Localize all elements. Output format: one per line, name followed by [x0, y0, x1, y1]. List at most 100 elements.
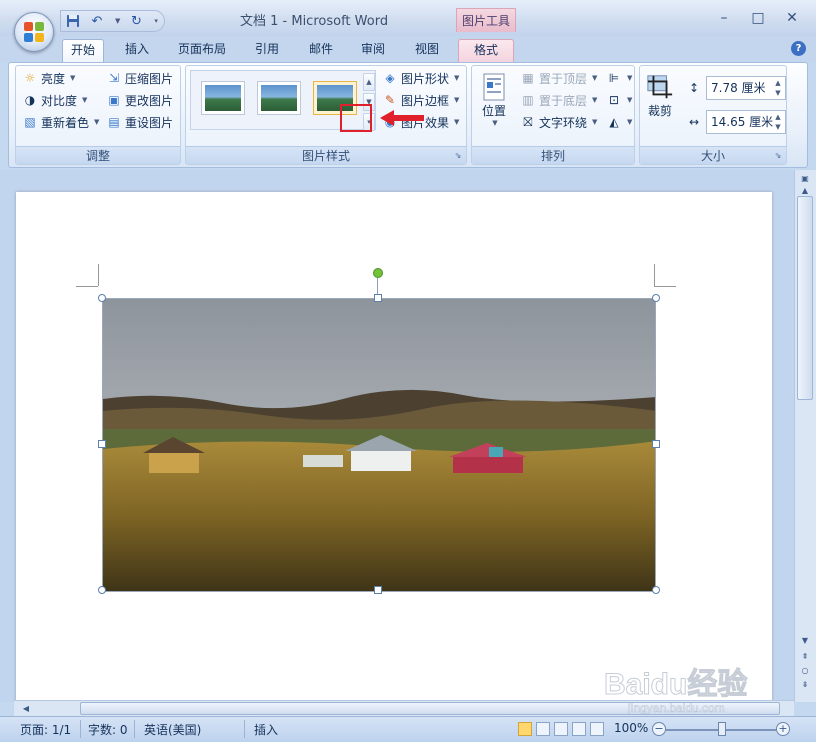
dialog-launcher-icon[interactable]: ⇘	[453, 151, 463, 161]
align-button[interactable]: ⊫ ▼	[606, 68, 633, 88]
landscape-photo	[103, 299, 655, 591]
group-button[interactable]: ⊡ ▼	[606, 90, 632, 110]
vertical-scroll-thumb[interactable]	[797, 196, 813, 400]
text-wrapping-label: 文字环绕	[539, 115, 588, 130]
resize-handle-top[interactable]	[374, 294, 382, 302]
tab-format[interactable]: 格式	[458, 39, 514, 62]
width-field[interactable]: 14.65 厘米 ▲ ▼	[706, 110, 786, 134]
width-value: 14.65 厘米	[711, 115, 774, 129]
status-language[interactable]: 英语(美国)	[144, 721, 201, 738]
save-icon[interactable]	[65, 13, 81, 29]
height-value: 7.78 厘米	[711, 81, 766, 95]
chevron-down-icon: ▼	[70, 74, 76, 82]
tab-mailings[interactable]: 邮件	[300, 39, 342, 62]
resize-handle-bottom[interactable]	[374, 586, 382, 594]
rotate-handle[interactable]	[373, 268, 383, 278]
rotate-button[interactable]: ◭ ▼	[606, 112, 632, 132]
picture-style-thumb[interactable]	[201, 81, 245, 115]
zoom-slider-thumb[interactable]	[718, 722, 726, 736]
watermark-text: Baidu经验	[604, 667, 747, 701]
vertical-scrollbar[interactable]: ▣ ▲ ▼ ⇞ ○ ⇟	[794, 170, 816, 702]
picture-style-thumb[interactable]	[257, 81, 301, 115]
compress-pictures-button[interactable]: ⇲ 压缩图片	[106, 68, 173, 88]
text-wrapping-button[interactable]: ⛝ 文字环绕 ▼	[520, 112, 597, 132]
zoom-level[interactable]: 100%	[614, 721, 648, 735]
crop-label: 裁剪	[647, 104, 672, 118]
previous-page-icon[interactable]: ⇞	[797, 650, 813, 664]
picture-border-button[interactable]: ✎ 图片边框 ▼	[382, 90, 459, 110]
crop-mark	[98, 264, 99, 286]
resize-handle-bottom-left[interactable]	[98, 586, 106, 594]
status-word-count[interactable]: 字数: 0	[88, 721, 128, 738]
office-button[interactable]	[14, 12, 54, 52]
reset-picture-button[interactable]: ▤ 重设图片	[106, 112, 173, 132]
brightness-icon: ☼	[24, 71, 36, 85]
chevron-down-icon: ▼	[454, 96, 460, 104]
contrast-button[interactable]: ◑ 对比度 ▼	[22, 90, 88, 110]
brightness-button[interactable]: ☼ 亮度 ▼	[22, 68, 76, 88]
next-page-icon[interactable]: ⇟	[797, 678, 813, 692]
close-button[interactable]: ✕	[780, 8, 804, 28]
dialog-launcher-icon[interactable]: ⇘	[773, 151, 783, 161]
gallery-up-icon[interactable]: ▲	[363, 73, 375, 91]
resize-handle-left[interactable]	[98, 440, 106, 448]
web-layout-view-icon[interactable]	[554, 722, 568, 736]
resize-handle-bottom-right[interactable]	[652, 586, 660, 594]
chevron-down-icon: ▼	[592, 74, 598, 82]
print-layout-view-icon[interactable]	[518, 722, 532, 736]
recolor-button[interactable]: ▧ 重新着色 ▼	[22, 112, 99, 132]
tab-page-layout[interactable]: 页面布局	[170, 39, 234, 62]
zoom-in-icon[interactable]: +	[776, 722, 790, 736]
watermark-url: jingyan.baidu.com	[627, 701, 725, 715]
undo-dropdown-icon[interactable]: ▼	[115, 17, 120, 25]
status-page[interactable]: 页面: 1/1	[20, 721, 71, 738]
maximize-button[interactable]: □	[746, 8, 770, 28]
zoom-out-icon[interactable]: −	[652, 722, 666, 736]
picture-border-icon: ✎	[384, 93, 396, 107]
picture-styles-group-label: 图片样式	[186, 146, 466, 164]
resize-handle-top-right[interactable]	[652, 294, 660, 302]
position-button[interactable]: 位置 ▼	[480, 72, 508, 127]
height-field[interactable]: 7.78 厘米 ▲ ▼	[706, 76, 786, 100]
status-insert-mode[interactable]: 插入	[254, 721, 278, 738]
full-screen-reading-view-icon[interactable]	[536, 722, 550, 736]
picture-shape-button[interactable]: ◈ 图片形状 ▼	[382, 68, 459, 88]
bring-to-front-button[interactable]: ▦ 置于顶层 ▼	[520, 68, 597, 88]
group-icon: ⊡	[608, 93, 620, 107]
resize-handle-top-left[interactable]	[98, 294, 106, 302]
redo-icon[interactable]: ↻	[128, 13, 144, 29]
change-picture-button[interactable]: ▣ 更改图片	[106, 90, 173, 110]
resize-handle-right[interactable]	[652, 440, 660, 448]
send-to-back-button[interactable]: ▥ 置于底层 ▼	[520, 90, 597, 110]
browse-object-icon[interactable]: ○	[797, 664, 813, 678]
picture-border-label: 图片边框	[401, 93, 450, 108]
tab-references[interactable]: 引用	[246, 39, 288, 62]
position-icon	[480, 72, 508, 102]
change-picture-label: 更改图片	[125, 93, 174, 108]
scroll-down-icon[interactable]: ▼	[797, 634, 813, 648]
width-icon: ↔	[688, 115, 700, 129]
tab-view[interactable]: 视图	[406, 39, 448, 62]
status-separator	[80, 720, 81, 738]
help-icon[interactable]: ?	[791, 41, 806, 56]
outline-view-icon[interactable]	[572, 722, 586, 736]
reset-picture-icon: ▤	[108, 115, 120, 129]
minimize-button[interactable]: –	[712, 8, 736, 28]
crop-button[interactable]: 裁剪	[646, 72, 674, 119]
customize-qat-icon[interactable]: ▾	[154, 17, 158, 25]
status-separator	[134, 720, 135, 738]
chevron-down-icon: ▼	[94, 118, 100, 126]
tab-review[interactable]: 审阅	[352, 39, 394, 62]
contrast-label: 对比度	[41, 93, 78, 108]
compress-label: 压缩图片	[125, 71, 174, 86]
document-page[interactable]	[16, 192, 772, 712]
selected-picture[interactable]	[102, 298, 656, 592]
height-spinner-icon[interactable]: ▲ ▼	[772, 78, 784, 98]
tab-insert[interactable]: 插入	[116, 39, 158, 62]
undo-icon[interactable]: ↶	[89, 13, 105, 29]
brightness-label: 亮度	[41, 71, 66, 86]
draft-view-icon[interactable]	[590, 722, 604, 736]
scroll-left-icon[interactable]: ◀	[18, 702, 34, 716]
tab-home[interactable]: 开始	[62, 39, 104, 62]
width-spinner-icon[interactable]: ▲ ▼	[772, 112, 784, 132]
